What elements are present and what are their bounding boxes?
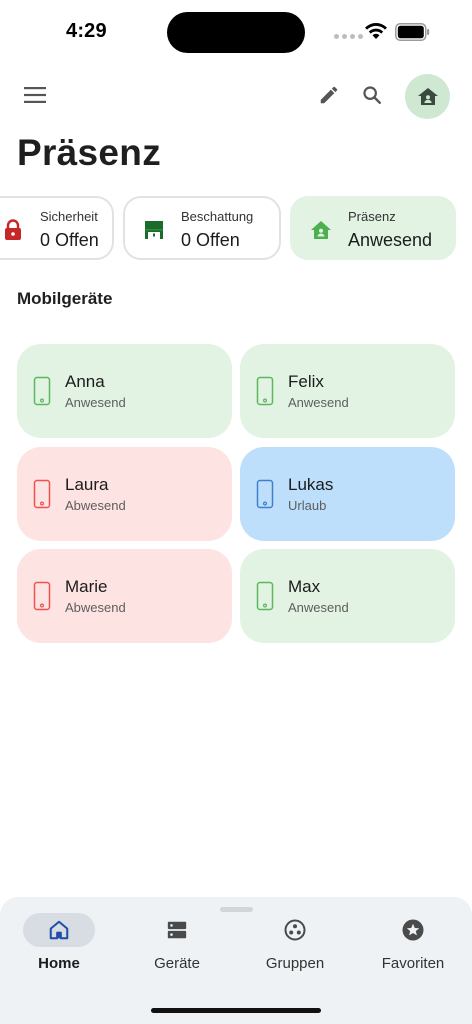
- summary-chips: Sicherheit 0 Offen Beschattung 0 Offen P…: [0, 196, 472, 262]
- device-name: Felix: [288, 372, 324, 391]
- dynamic-island: [167, 12, 305, 53]
- shutter-icon: [143, 219, 165, 241]
- chip-presence[interactable]: Präsenz Anwesend: [290, 196, 456, 260]
- home-icon: [49, 920, 69, 940]
- home-shield-icon: [417, 87, 438, 105]
- device-name: Lukas: [288, 475, 334, 494]
- chip-label: Präsenz: [348, 209, 396, 224]
- menu-button[interactable]: [20, 80, 50, 110]
- search-icon: [363, 86, 381, 104]
- device-name: Max: [288, 577, 321, 596]
- status-bar: 4:29: [0, 0, 472, 64]
- nav-indicator: [23, 913, 95, 947]
- chip-security[interactable]: Sicherheit 0 Offen: [0, 196, 114, 260]
- nav-label: Gruppen: [265, 955, 325, 972]
- smartphone-icon: [33, 479, 51, 509]
- smartphone-icon: [256, 479, 274, 509]
- app-bar: [0, 72, 472, 122]
- nav-item-home[interactable]: Home: [4, 913, 114, 983]
- cellular-signal-icon: [334, 34, 363, 39]
- drag-handle[interactable]: [220, 907, 253, 912]
- device-name: Laura: [65, 475, 109, 494]
- nav-item-groups[interactable]: Gruppen: [240, 913, 350, 983]
- device-card-lukas[interactable]: Lukas Urlaub: [240, 447, 455, 541]
- chip-value: 0 Offen: [40, 230, 99, 250]
- lock-icon: [2, 219, 24, 241]
- chip-value: Anwesend: [348, 230, 433, 250]
- nav-indicator: [377, 913, 449, 947]
- section-title: Mobilgeräte: [17, 289, 113, 308]
- menu-icon: [24, 87, 46, 103]
- wifi-icon: [365, 23, 387, 39]
- chip-shading[interactable]: Beschattung 0 Offen: [123, 196, 281, 260]
- nav-label: Favoriten: [381, 955, 445, 972]
- nav-item-devices[interactable]: Geräte: [122, 913, 232, 983]
- device-status: Urlaub: [288, 498, 327, 513]
- page-title: Präsenz: [17, 132, 162, 173]
- device-status: Anwesend: [288, 600, 349, 615]
- nav-label: Home: [38, 955, 80, 972]
- device-card-max[interactable]: Max Anwesend: [240, 549, 455, 643]
- edit-button[interactable]: [314, 80, 344, 110]
- nav-label: Geräte: [154, 955, 200, 972]
- device-name: Marie: [65, 577, 108, 596]
- smartphone-icon: [256, 376, 274, 406]
- profile-button[interactable]: [405, 74, 450, 119]
- nav-indicator: [141, 913, 213, 947]
- home-indicator: [151, 1008, 321, 1013]
- home-icon: [310, 219, 332, 241]
- smartphone-icon: [33, 581, 51, 611]
- device-card-laura[interactable]: Laura Abwesend: [17, 447, 232, 541]
- devices-icon: [167, 921, 187, 939]
- nav-indicator: [259, 913, 331, 947]
- chip-label: Beschattung: [181, 209, 254, 224]
- pencil-icon: [320, 86, 338, 104]
- device-card-felix[interactable]: Felix Anwesend: [240, 344, 455, 438]
- device-status: Abwesend: [65, 498, 126, 513]
- smartphone-icon: [33, 376, 51, 406]
- star-icon: [402, 919, 424, 941]
- device-status: Abwesend: [65, 600, 126, 615]
- search-button[interactable]: [357, 80, 387, 110]
- groups-icon: [284, 919, 306, 941]
- device-card-anna[interactable]: Anna Anwesend: [17, 344, 232, 438]
- smartphone-icon: [256, 581, 274, 611]
- device-card-marie[interactable]: Marie Abwesend: [17, 549, 232, 643]
- status-time: 4:29: [66, 20, 107, 42]
- chip-value: 0 Offen: [181, 230, 240, 250]
- bottom-navigation: Home Geräte Gruppen Favoriten: [0, 897, 472, 1024]
- device-status: Anwesend: [65, 395, 126, 410]
- chip-label: Sicherheit: [40, 209, 98, 224]
- device-status: Anwesend: [288, 395, 349, 410]
- nav-item-favorites[interactable]: Favoriten: [358, 913, 468, 983]
- device-name: Anna: [65, 372, 105, 391]
- battery-icon: [395, 23, 430, 41]
